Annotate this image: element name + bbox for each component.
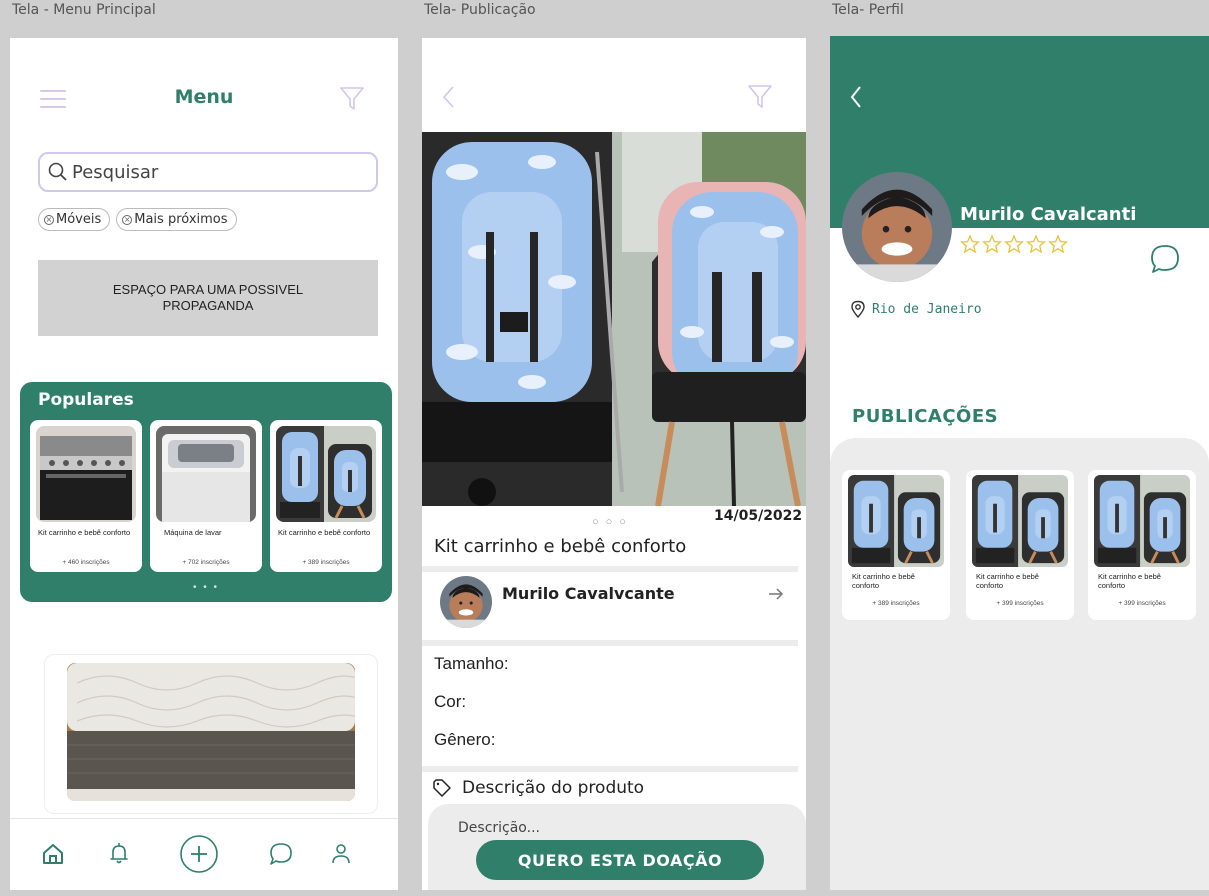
product-card[interactable] [44, 654, 378, 814]
divider [422, 640, 798, 646]
location-pin-icon [851, 300, 865, 318]
star-icon [982, 234, 1002, 254]
popular-card[interactable]: Kit carrinho e bebê conforto + 389 inscr… [270, 420, 382, 572]
divider [422, 566, 798, 572]
menu-header: Menu [10, 78, 398, 118]
product-title: Kit carrinho e bebê conforto [434, 536, 687, 557]
seller-name[interactable]: Murilo Cavalvcante [502, 584, 675, 603]
rating-stars [960, 234, 1068, 254]
product-subscriptions: + 460 inscrições [62, 559, 110, 566]
perfil-screen: Murilo Cavalcanti Rio de Janeiro PUBLICA… [830, 36, 1209, 890]
bell-icon[interactable] [104, 839, 134, 869]
publicacao-screen: ○○○ 14/05/2022 Kit carrinho e bebê confo… [422, 38, 806, 890]
product-name: Kit carrinho e bebê conforto [1098, 572, 1161, 590]
product-image [36, 426, 136, 522]
search-icon [48, 162, 67, 181]
screen-label-publicacao: Tela- Publicação [424, 2, 536, 18]
plus-circle-icon[interactable] [178, 833, 220, 875]
description-title: Descrição do produto [462, 778, 645, 798]
avatar[interactable] [440, 576, 492, 628]
product-name: Kit carrinho e bebê conforto [38, 528, 131, 537]
chip-label: Mais próximos [134, 212, 228, 227]
product-name: Kit carrinho e bebê conforto [852, 572, 915, 590]
product-name: Kit carrinho e bebê conforto [976, 572, 1039, 590]
product-image [972, 475, 1068, 567]
description-header: Descrição do produto [432, 778, 644, 798]
divider [422, 766, 798, 772]
popular-title: Populares [38, 390, 134, 410]
publications-title: PUBLICAÇÕES [852, 406, 999, 427]
back-arrow-icon[interactable] [440, 84, 458, 110]
popular-section: Populares Kit carrinho e bebê conforto +… [20, 382, 392, 602]
want-donation-button[interactable]: QUERO ESTA DOAÇÃO [476, 840, 764, 880]
filter-icon[interactable] [338, 84, 366, 112]
product-name: Kit carrinho e bebê conforto [278, 528, 371, 537]
close-icon[interactable]: × [44, 214, 54, 225]
carousel-dots[interactable]: ○○○ [592, 516, 633, 528]
screen-label-perfil: Tela- Perfil [832, 2, 904, 18]
chat-icon[interactable] [1148, 242, 1182, 276]
publication-date: 14/05/2022 [714, 508, 803, 524]
star-icon [1048, 234, 1068, 254]
product-subscriptions: + 389 inscrições [302, 559, 350, 566]
home-icon[interactable] [38, 839, 68, 869]
profile-name: Murilo Cavalcanti [960, 204, 1137, 225]
search-input[interactable]: Pesquisar [38, 152, 378, 192]
menu-screen: Menu Pesquisar × Móveis × Mais próximos ES… [10, 38, 398, 890]
user-icon[interactable] [326, 839, 356, 869]
search-placeholder: Pesquisar [72, 161, 159, 183]
field-cor: Cor: [434, 692, 467, 711]
avatar[interactable] [842, 172, 952, 282]
field-tamanho: Tamanho: [434, 654, 509, 673]
star-icon [1004, 234, 1024, 254]
publication-card[interactable]: Kit carrinho e bebê conforto + 399 inscr… [1088, 470, 1196, 620]
screen-label-menu: Tela - Menu Principal [12, 2, 156, 18]
product-image [1094, 475, 1190, 567]
product-subscriptions: + 702 inscrições [182, 559, 230, 566]
bottom-nav [10, 818, 398, 890]
popular-card[interactable]: Kit carrinho e bebê conforto + 460 inscr… [30, 420, 142, 572]
filter-chips: × Móveis × Mais próximos [38, 208, 237, 231]
product-photo[interactable] [422, 132, 806, 506]
arrow-right-icon[interactable] [766, 584, 786, 604]
publication-card[interactable]: Kit carrinho e bebê conforto + 399 inscr… [966, 470, 1074, 620]
product-image [276, 426, 376, 522]
chip-label: Móveis [56, 212, 102, 227]
chip-moveis[interactable]: × Móveis [38, 208, 111, 231]
product-image [67, 663, 355, 801]
product-subscriptions: + 399 inscrições [996, 600, 1044, 607]
ad-banner[interactable]: ESPAÇO PARA UMA POSSIVEL PROPAGANDA [38, 260, 378, 336]
product-subscriptions: + 389 inscrições [872, 600, 920, 607]
close-icon[interactable]: × [122, 214, 133, 225]
field-genero: Gênero: [434, 730, 496, 749]
chat-icon[interactable] [266, 839, 296, 869]
location-text: Rio de Janeiro [872, 301, 982, 317]
popular-card[interactable]: Máquina de lavar + 702 inscrições [150, 420, 262, 572]
publications-grid: Kit carrinho e bebê conforto + 389 inscr… [830, 438, 1209, 890]
publication-card[interactable]: Kit carrinho e bebê conforto + 389 inscr… [842, 470, 950, 620]
carousel-dots[interactable]: • • • [20, 582, 392, 593]
product-name: Máquina de lavar [164, 528, 222, 537]
tag-icon [433, 779, 451, 797]
location: Rio de Janeiro [850, 300, 982, 318]
back-arrow-icon[interactable] [848, 84, 864, 110]
star-icon [960, 234, 980, 254]
product-image [156, 426, 256, 522]
filter-icon[interactable] [746, 82, 774, 110]
product-subscriptions: + 399 inscrições [1118, 600, 1166, 607]
description-placeholder: Descrição... [458, 820, 540, 836]
chip-mais-proximos[interactable]: × Mais próximos [116, 208, 237, 231]
product-image [848, 475, 944, 567]
star-icon [1026, 234, 1046, 254]
